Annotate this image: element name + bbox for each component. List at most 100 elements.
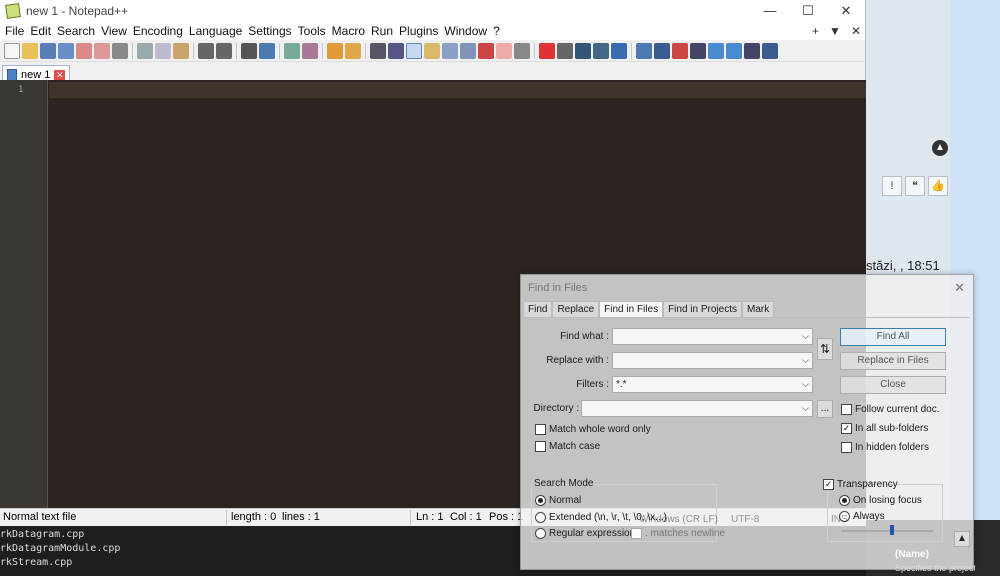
minimize-button[interactable]: — — [751, 0, 789, 22]
replace-in-files-button[interactable]: Replace in Files — [840, 352, 946, 370]
normal-radio[interactable]: Normal — [535, 495, 581, 506]
swap-button[interactable]: ⇅ — [817, 338, 833, 360]
transparency-checkbox[interactable]: ✓ Transparency — [823, 479, 898, 490]
plugin-c-icon[interactable] — [672, 42, 688, 59]
monitoring-icon[interactable] — [514, 42, 530, 59]
copy-icon[interactable] — [155, 42, 171, 59]
sync-horizontal-icon[interactable] — [345, 42, 361, 59]
match-case-checkbox[interactable]: Match case — [535, 441, 600, 452]
checkmark-icon[interactable]: ✓ — [823, 479, 834, 490]
find-what-input[interactable]: ⌵ — [612, 328, 813, 345]
menu-search[interactable]: Search — [56, 24, 100, 38]
follow-current-doc-checkbox[interactable]: Follow current doc. — [841, 404, 939, 415]
stop-macro-icon[interactable] — [557, 42, 573, 59]
function-list-icon[interactable] — [478, 42, 494, 59]
menu-settings[interactable]: Settings — [247, 24, 296, 38]
plugin-b-icon[interactable] — [654, 42, 670, 59]
udl-icon[interactable] — [424, 42, 440, 59]
close-all-icon[interactable] — [94, 42, 110, 59]
menu-help[interactable]: ? — [492, 24, 505, 38]
print-icon[interactable] — [112, 42, 128, 59]
checkbox-box[interactable] — [631, 528, 642, 539]
close-tab-icon[interactable]: ✕ — [54, 69, 66, 81]
close-tab-button[interactable]: ✕ — [851, 22, 861, 40]
folder-as-workspace-icon[interactable] — [496, 42, 512, 59]
menu-run[interactable]: Run — [370, 24, 398, 38]
zoom-in-icon[interactable] — [284, 42, 300, 59]
indent-guide-icon[interactable] — [406, 42, 422, 59]
filters-input[interactable]: *.* ⌵ — [612, 376, 813, 393]
sync-vertical-icon[interactable] — [327, 42, 343, 59]
in-hidden-folders-checkbox[interactable]: In hidden folders — [841, 442, 929, 453]
save-macro-icon[interactable] — [611, 42, 627, 59]
run-macro-multiple-icon[interactable] — [593, 42, 609, 59]
transparency-slider-track[interactable] — [841, 530, 933, 532]
close-file-icon[interactable] — [76, 42, 92, 59]
close-button[interactable]: ✕ — [827, 0, 865, 22]
menu-file[interactable]: File — [4, 24, 29, 38]
maximize-button[interactable]: ☐ — [789, 0, 827, 22]
tab-list-button[interactable]: ▼ — [829, 22, 841, 40]
replace-with-input[interactable]: ⌵ — [612, 352, 813, 369]
cut-icon[interactable] — [137, 42, 153, 59]
report-icon[interactable]: ! — [882, 176, 902, 196]
find-all-button[interactable]: Find All — [840, 328, 946, 346]
checkbox-box[interactable] — [841, 442, 852, 453]
plugin-f-icon[interactable] — [762, 42, 778, 59]
directory-input[interactable]: ⌵ — [581, 400, 813, 417]
radio-selected-icon[interactable] — [535, 495, 546, 506]
word-wrap-icon[interactable] — [370, 42, 386, 59]
menu-tools[interactable]: Tools — [297, 24, 331, 38]
chevron-down-icon[interactable]: ⌵ — [802, 377, 809, 392]
menu-macro[interactable]: Macro — [331, 24, 370, 38]
record-macro-icon[interactable] — [539, 42, 555, 59]
find-icon[interactable] — [241, 42, 257, 59]
menu-window[interactable]: Window — [443, 24, 492, 38]
up-arrow-icon[interactable] — [708, 42, 724, 59]
open-file-icon[interactable] — [22, 42, 38, 59]
checkbox-box[interactable] — [535, 424, 546, 435]
chevron-down-icon[interactable]: ⌵ — [802, 329, 809, 344]
quote-icon[interactable]: ❝ — [905, 176, 925, 196]
chevron-down-icon[interactable]: ⌵ — [802, 401, 809, 416]
tab-replace[interactable]: Replace — [552, 301, 600, 317]
scroll-up-circle-icon[interactable]: ▲ — [932, 140, 948, 156]
menu-language[interactable]: Language — [188, 24, 247, 38]
checkmark-icon[interactable]: ✓ — [841, 423, 852, 434]
transparency-slider-thumb[interactable] — [890, 525, 894, 535]
new-tab-button[interactable]: + — [812, 22, 819, 40]
browse-button[interactable]: ... — [817, 400, 833, 418]
doc-map-icon[interactable] — [442, 42, 458, 59]
doc-list-icon[interactable] — [460, 42, 476, 59]
menu-edit[interactable]: Edit — [29, 24, 56, 38]
checkbox-box[interactable] — [841, 404, 852, 415]
in-all-sub-folders-checkbox[interactable]: ✓ In all sub-folders — [841, 423, 928, 434]
tab-find-in-files[interactable]: Find in Files — [599, 301, 664, 317]
replace-icon[interactable] — [259, 42, 275, 59]
dialog-close-icon[interactable]: ✕ — [954, 280, 965, 296]
chevron-down-icon[interactable]: ⌵ — [802, 353, 809, 368]
plugin-d-icon[interactable] — [690, 42, 706, 59]
scroll-up-button[interactable]: ▲ — [954, 531, 970, 547]
show-all-chars-icon[interactable] — [388, 42, 404, 59]
down-arrow-icon[interactable] — [726, 42, 742, 59]
close-dialog-button[interactable]: Close — [840, 376, 946, 394]
tab-mark[interactable]: Mark — [741, 301, 775, 317]
save-all-icon[interactable] — [58, 42, 74, 59]
tab-find[interactable]: Find — [523, 301, 553, 317]
tab-find-in-projects[interactable]: Find in Projects — [663, 301, 742, 317]
radio-icon[interactable] — [535, 528, 546, 539]
paste-icon[interactable] — [173, 42, 189, 59]
menu-plugins[interactable]: Plugins — [398, 24, 443, 38]
title-bar[interactable]: new 1 - Notepad++ — ☐ ✕ — [0, 0, 865, 22]
like-icon[interactable]: 👍 — [928, 176, 948, 196]
on-losing-focus-radio[interactable]: On losing focus — [839, 495, 922, 506]
play-macro-icon[interactable] — [575, 42, 591, 59]
zoom-out-icon[interactable] — [302, 42, 318, 59]
radio-selected-icon[interactable] — [839, 495, 850, 506]
regex-radio[interactable]: Regular expression — [535, 528, 635, 539]
radio-icon[interactable] — [535, 512, 546, 523]
save-icon[interactable] — [40, 42, 56, 59]
plugin-e-icon[interactable] — [744, 42, 760, 59]
new-file-icon[interactable] — [4, 42, 20, 59]
